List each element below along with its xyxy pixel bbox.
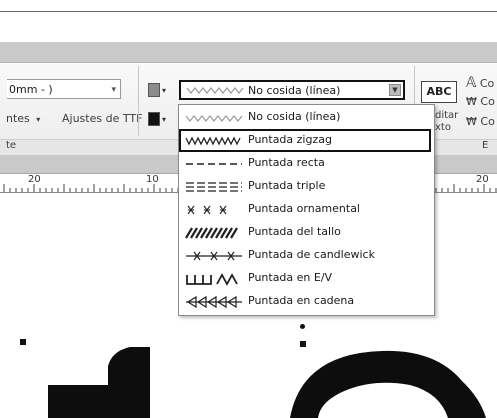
chevron-down-icon: ▾ xyxy=(111,85,116,95)
stitch-option-label: Puntada zigzag xyxy=(248,133,332,146)
region-color-button[interactable]: ▾ xyxy=(148,112,166,126)
group-label-left: te xyxy=(6,140,17,151)
stitch-option[interactable]: Puntada en E/V xyxy=(179,267,434,290)
text-tools-group: 𝔸 Co ₩ Co ₩ Co xyxy=(466,75,497,135)
text-tool-2-label: Co xyxy=(480,95,495,108)
text-tool-1-label: Co xyxy=(479,77,495,90)
line-color-swatch xyxy=(148,83,160,97)
group-label-right: E xyxy=(482,140,489,151)
stitch-option[interactable]: No cosida (línea) xyxy=(179,106,434,129)
chevron-down-icon: ▾ xyxy=(162,115,167,124)
no-stitch-line-icon xyxy=(186,87,244,94)
text-tool-3-label: Co xyxy=(480,115,495,128)
units-combo-value: 0mm - ) xyxy=(9,83,53,96)
zigzag-stitch-icon xyxy=(185,136,241,146)
running-stitch-icon xyxy=(186,163,242,165)
stitch-option-label: Puntada ornamental xyxy=(248,202,360,215)
chevron-down-icon: ▾ xyxy=(36,115,41,124)
line-color-button[interactable]: ▾ xyxy=(148,83,166,97)
stitch-option-label: Puntada triple xyxy=(248,179,326,192)
text-tool-1[interactable]: 𝔸 Co xyxy=(466,75,494,91)
ev-stitch-icon xyxy=(186,273,238,286)
stitch-option-label: Puntada del tallo xyxy=(248,225,341,238)
ttf-tab-label: ntes xyxy=(6,112,30,125)
stitch-option-label: Puntada en E/V xyxy=(248,271,333,284)
digit-one-shape xyxy=(48,347,150,418)
stitch-option[interactable]: Puntada en cadena xyxy=(179,290,434,313)
ribbon-separator xyxy=(138,66,139,136)
stitch-option[interactable]: Puntada ornamental xyxy=(179,198,434,221)
stitch-option[interactable]: Puntada recta xyxy=(179,152,434,175)
stitch-option[interactable]: Puntada de candlewick xyxy=(179,244,434,267)
stitch-option-label: No cosida (línea) xyxy=(248,110,341,123)
ttf-settings-button[interactable]: Ajustes de TTF xyxy=(62,112,142,125)
ttf-tab[interactable]: ntes ▾ xyxy=(6,112,40,125)
top-rule xyxy=(0,11,497,12)
text-tool-3[interactable]: ₩ Co xyxy=(466,115,495,128)
chevron-down-icon[interactable]: ▼ xyxy=(389,84,401,96)
edit-text-label[interactable]: ditar xto xyxy=(435,110,458,134)
chevron-down-icon: ▾ xyxy=(162,86,167,95)
stitch-option[interactable]: Puntada del tallo xyxy=(179,221,434,244)
stitch-option[interactable]: Puntada triple xyxy=(179,175,434,198)
stitch-option-selected[interactable]: Puntada zigzag xyxy=(179,129,431,152)
abc-label: ABC xyxy=(426,85,452,98)
no-stitch-line-icon xyxy=(185,115,243,122)
candlewick-stitch-icon xyxy=(186,251,242,261)
stitch-type-value: No cosida (línea) xyxy=(248,84,341,97)
outline-a-icon: 𝔸 xyxy=(466,75,477,91)
stitch-type-dropdown: No cosida (línea) Puntada zigzag Puntada… xyxy=(178,104,435,316)
edit-text-line2: xto xyxy=(435,122,451,133)
edit-text-abc-button[interactable]: ABC xyxy=(421,81,457,103)
ttf-settings-label: Ajustes de TTF xyxy=(62,112,143,125)
stitch-option-label: Puntada de candlewick xyxy=(248,248,375,261)
stem-stitch-icon xyxy=(185,227,238,239)
edit-text-line1: ditar xyxy=(435,110,459,121)
triple-stitch-icon xyxy=(186,182,242,192)
digit-zero-shape xyxy=(290,350,486,418)
stitch-option-label: Puntada en cadena xyxy=(248,294,355,307)
chain-stitch-icon xyxy=(186,295,242,309)
ruler-label: 20 xyxy=(28,174,41,185)
ruler-label: 10 xyxy=(146,174,159,185)
ruler-label: 20 xyxy=(476,174,489,185)
stitch-lines-icon: ₩ xyxy=(466,95,477,108)
units-combo[interactable]: 0mm - ) ▾ xyxy=(7,79,121,99)
stitch-lines-icon: ₩ xyxy=(466,115,477,128)
stitch-type-select[interactable]: No cosida (línea) ▼ xyxy=(179,80,405,100)
stitch-option-label: Puntada recta xyxy=(248,156,325,169)
title-bar xyxy=(0,42,497,63)
region-color-swatch xyxy=(148,112,160,126)
motif-stitch-icon xyxy=(187,205,227,215)
text-tool-2[interactable]: ₩ Co xyxy=(466,95,495,108)
